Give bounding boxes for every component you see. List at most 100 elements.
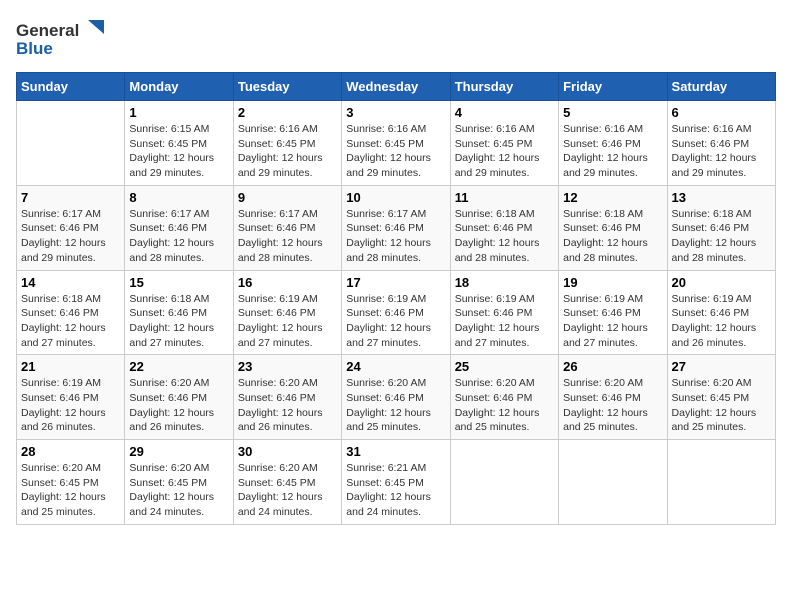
day-of-week-header: Sunday (17, 73, 125, 101)
calendar-cell: 25 Sunrise: 6:20 AMSunset: 6:46 PMDayligh… (450, 355, 558, 440)
day-info: Sunrise: 6:20 AMSunset: 6:46 PMDaylight:… (455, 376, 554, 435)
calendar-cell: 2 Sunrise: 6:16 AMSunset: 6:45 PMDaylight… (233, 101, 341, 186)
day-info: Sunrise: 6:17 AMSunset: 6:46 PMDaylight:… (129, 207, 228, 266)
day-info: Sunrise: 6:20 AMSunset: 6:46 PMDaylight:… (346, 376, 445, 435)
day-info: Sunrise: 6:20 AMSunset: 6:45 PMDaylight:… (129, 461, 228, 520)
day-number: 15 (129, 275, 228, 290)
logo-svg: GeneralBlue (16, 16, 106, 60)
calendar-table: SundayMondayTuesdayWednesdayThursdayFrid… (16, 72, 776, 525)
day-number: 2 (238, 105, 337, 120)
day-info: Sunrise: 6:20 AMSunset: 6:46 PMDaylight:… (563, 376, 662, 435)
calendar-cell: 19 Sunrise: 6:19 AMSunset: 6:46 PMDayligh… (559, 270, 667, 355)
calendar-cell: 24Sunrise: 6:20 AMSunset: 6:46 PMDayligh… (342, 355, 450, 440)
day-number: 26 (563, 359, 662, 374)
day-info: Sunrise: 6:19 AMSunset: 6:46 PMDaylight:… (672, 292, 771, 351)
day-number: 10 (346, 190, 445, 205)
day-number: 7 (21, 190, 120, 205)
day-number: 12 (563, 190, 662, 205)
svg-text:Blue: Blue (16, 39, 53, 58)
calendar-cell: 26 Sunrise: 6:20 AMSunset: 6:46 PMDayligh… (559, 355, 667, 440)
day-info: Sunrise: 6:19 AMSunset: 6:46 PMDaylight:… (238, 292, 337, 351)
calendar-cell: 14 Sunrise: 6:18 AMSunset: 6:46 PMDayligh… (17, 270, 125, 355)
day-info: Sunrise: 6:17 AMSunset: 6:46 PMDaylight:… (21, 207, 120, 266)
day-info: Sunrise: 6:16 AMSunset: 6:45 PMDaylight:… (238, 122, 337, 181)
calendar-cell: 15Sunrise: 6:18 AMSunset: 6:46 PMDayligh… (125, 270, 233, 355)
day-of-week-header: Thursday (450, 73, 558, 101)
calendar-cell: 30Sunrise: 6:20 AMSunset: 6:45 PMDayligh… (233, 440, 341, 525)
calendar-cell: 10 Sunrise: 6:17 AMSunset: 6:46 PMDayligh… (342, 185, 450, 270)
calendar-cell: 28 Sunrise: 6:20 AMSunset: 6:45 PMDayligh… (17, 440, 125, 525)
day-info: Sunrise: 6:18 AMSunset: 6:46 PMDaylight:… (21, 292, 120, 351)
day-of-week-header: Friday (559, 73, 667, 101)
calendar-cell (559, 440, 667, 525)
calendar-cell (450, 440, 558, 525)
day-number: 3 (346, 105, 445, 120)
day-info: Sunrise: 6:16 AMSunset: 6:46 PMDaylight:… (672, 122, 771, 181)
day-info: Sunrise: 6:19 AMSunset: 6:46 PMDaylight:… (563, 292, 662, 351)
day-number: 25 (455, 359, 554, 374)
day-number: 23 (238, 359, 337, 374)
day-info: Sunrise: 6:18 AMSunset: 6:46 PMDaylight:… (672, 207, 771, 266)
calendar-cell: 11 Sunrise: 6:18 AMSunset: 6:46 PMDayligh… (450, 185, 558, 270)
day-number: 19 (563, 275, 662, 290)
day-number: 20 (672, 275, 771, 290)
calendar-cell: 31Sunrise: 6:21 AMSunset: 6:45 PMDayligh… (342, 440, 450, 525)
day-info: Sunrise: 6:20 AMSunset: 6:46 PMDaylight:… (238, 376, 337, 435)
calendar-cell: 12 Sunrise: 6:18 AMSunset: 6:46 PMDayligh… (559, 185, 667, 270)
day-of-week-header: Monday (125, 73, 233, 101)
svg-text:General: General (16, 21, 79, 40)
calendar-cell: 7 Sunrise: 6:17 AMSunset: 6:46 PMDaylight… (17, 185, 125, 270)
calendar-week-row: 7 Sunrise: 6:17 AMSunset: 6:46 PMDaylight… (17, 185, 776, 270)
day-info: Sunrise: 6:16 AMSunset: 6:46 PMDaylight:… (563, 122, 662, 181)
day-of-week-header: Wednesday (342, 73, 450, 101)
calendar-cell: 5 Sunrise: 6:16 AMSunset: 6:46 PMDaylight… (559, 101, 667, 186)
calendar-cell: 4Sunrise: 6:16 AMSunset: 6:45 PMDaylight… (450, 101, 558, 186)
day-info: Sunrise: 6:20 AMSunset: 6:46 PMDaylight:… (129, 376, 228, 435)
day-info: Sunrise: 6:20 AMSunset: 6:45 PMDaylight:… (672, 376, 771, 435)
calendar-header-row: SundayMondayTuesdayWednesdayThursdayFrid… (17, 73, 776, 101)
calendar-cell: 23 Sunrise: 6:20 AMSunset: 6:46 PMDayligh… (233, 355, 341, 440)
calendar-cell: 18 Sunrise: 6:19 AMSunset: 6:46 PMDayligh… (450, 270, 558, 355)
calendar-cell: 6 Sunrise: 6:16 AMSunset: 6:46 PMDaylight… (667, 101, 775, 186)
day-info: Sunrise: 6:20 AMSunset: 6:45 PMDaylight:… (238, 461, 337, 520)
day-info: Sunrise: 6:17 AMSunset: 6:46 PMDaylight:… (346, 207, 445, 266)
day-number: 21 (21, 359, 120, 374)
calendar-cell: 27 Sunrise: 6:20 AMSunset: 6:45 PMDayligh… (667, 355, 775, 440)
day-of-week-header: Saturday (667, 73, 775, 101)
day-number: 17 (346, 275, 445, 290)
day-number: 18 (455, 275, 554, 290)
calendar-cell: 29 Sunrise: 6:20 AMSunset: 6:45 PMDayligh… (125, 440, 233, 525)
day-number: 8 (129, 190, 228, 205)
day-number: 27 (672, 359, 771, 374)
day-of-week-header: Tuesday (233, 73, 341, 101)
day-number: 29 (129, 444, 228, 459)
day-number: 1 (129, 105, 228, 120)
day-info: Sunrise: 6:18 AMSunset: 6:46 PMDaylight:… (563, 207, 662, 266)
day-number: 9 (238, 190, 337, 205)
day-info: Sunrise: 6:19 AMSunset: 6:46 PMDaylight:… (455, 292, 554, 351)
calendar-cell: 1Sunrise: 6:15 AMSunset: 6:45 PMDaylight… (125, 101, 233, 186)
day-info: Sunrise: 6:20 AMSunset: 6:45 PMDaylight:… (21, 461, 120, 520)
calendar-cell: 20 Sunrise: 6:19 AMSunset: 6:46 PMDayligh… (667, 270, 775, 355)
day-number: 11 (455, 190, 554, 205)
calendar-cell: 22 Sunrise: 6:20 AMSunset: 6:46 PMDayligh… (125, 355, 233, 440)
day-info: Sunrise: 6:19 AMSunset: 6:46 PMDaylight:… (21, 376, 120, 435)
day-number: 14 (21, 275, 120, 290)
day-number: 4 (455, 105, 554, 120)
day-info: Sunrise: 6:16 AMSunset: 6:45 PMDaylight:… (346, 122, 445, 181)
calendar-cell: 21 Sunrise: 6:19 AMSunset: 6:46 PMDayligh… (17, 355, 125, 440)
calendar-week-row: 14 Sunrise: 6:18 AMSunset: 6:46 PMDayligh… (17, 270, 776, 355)
calendar-cell: 13 Sunrise: 6:18 AMSunset: 6:46 PMDayligh… (667, 185, 775, 270)
calendar-cell: 9Sunrise: 6:17 AMSunset: 6:46 PMDaylight… (233, 185, 341, 270)
day-number: 13 (672, 190, 771, 205)
day-number: 5 (563, 105, 662, 120)
day-number: 22 (129, 359, 228, 374)
day-info: Sunrise: 6:21 AMSunset: 6:45 PMDaylight:… (346, 461, 445, 520)
calendar-week-row: 1Sunrise: 6:15 AMSunset: 6:45 PMDaylight… (17, 101, 776, 186)
calendar-week-row: 21 Sunrise: 6:19 AMSunset: 6:46 PMDayligh… (17, 355, 776, 440)
day-info: Sunrise: 6:18 AMSunset: 6:46 PMDaylight:… (455, 207, 554, 266)
day-number: 6 (672, 105, 771, 120)
day-number: 28 (21, 444, 120, 459)
page-header: GeneralBlue (16, 16, 776, 60)
logo: GeneralBlue (16, 16, 106, 60)
